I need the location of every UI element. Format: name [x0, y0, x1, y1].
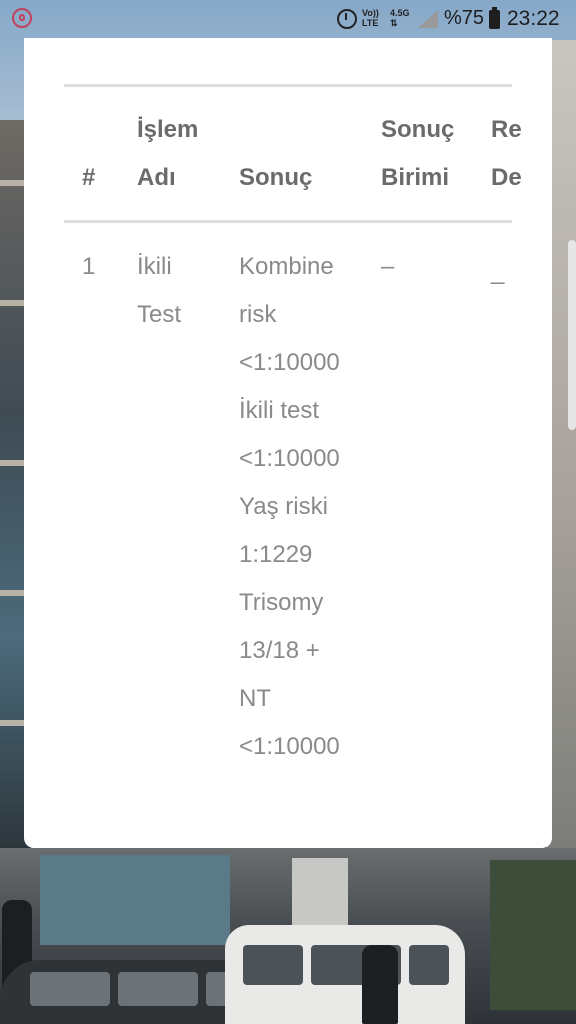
results-modal: # İşlem Adı Sonuç Sonuç Birimi Re De 1 İ… — [24, 38, 552, 848]
result-line: <1:10000 — [239, 733, 340, 760]
header-result: Sonuç — [239, 164, 313, 191]
page-scrollbar[interactable] — [568, 240, 576, 430]
header-reference: Re De — [491, 106, 522, 202]
result-line: Trisomy — [239, 589, 324, 616]
table-top-divider — [64, 84, 512, 87]
header-name-line2: Adı — [137, 164, 176, 191]
header-unit-line1: Sonuç — [381, 116, 455, 143]
result-line: <1:10000 — [239, 445, 340, 472]
network-type-label: 4.5G — [390, 8, 410, 18]
battery-percent: %75 — [444, 7, 485, 29]
result-line: risk — [239, 301, 277, 328]
header-reference-line2: De — [491, 164, 522, 191]
header-name: İşlem Adı — [137, 106, 198, 202]
signal-icon — [418, 10, 438, 28]
data-activity-label: ⇅ — [390, 18, 398, 28]
result-line: NT — [239, 685, 271, 712]
table-header-divider — [64, 220, 512, 223]
lte-label: LTE — [362, 18, 379, 28]
result-line: Yaş riski — [239, 493, 328, 520]
alarm-clock-icon — [337, 9, 357, 29]
header-index: # — [82, 164, 96, 191]
header-unit-line2: Birimi — [381, 164, 450, 191]
cell-name: İkili Test — [137, 243, 181, 339]
cell-result: Kombine risk <1:10000 İkili test <1:1000… — [239, 243, 340, 771]
network-type-indicator: 4.5G ⇅ — [390, 8, 410, 28]
status-time: 23:22 — [507, 7, 560, 30]
baby-app-icon — [12, 8, 32, 28]
battery-icon — [489, 7, 500, 29]
result-line: Kombine — [239, 253, 334, 280]
volte-label: Vo)) — [362, 8, 379, 18]
header-reference-line1: Re — [491, 116, 522, 143]
volte-lte-indicator: Vo)) LTE — [362, 8, 379, 28]
cell-name-line1: İkili — [137, 253, 172, 280]
header-name-line1: İşlem — [137, 116, 199, 143]
cell-unit: – — [381, 253, 395, 280]
cell-name-line2: Test — [137, 301, 182, 328]
header-unit: Sonuç Birimi — [381, 106, 454, 202]
result-line: İkili test — [239, 397, 320, 424]
result-line: 1:1229 — [239, 541, 313, 568]
status-bar: Vo)) LTE 4.5G ⇅ %75 23:22 — [0, 0, 576, 38]
cell-reference: _ — [491, 258, 505, 285]
result-line: <1:10000 — [239, 349, 340, 376]
cell-index: 1 — [82, 253, 96, 280]
result-line: 13/18 + — [239, 637, 320, 664]
